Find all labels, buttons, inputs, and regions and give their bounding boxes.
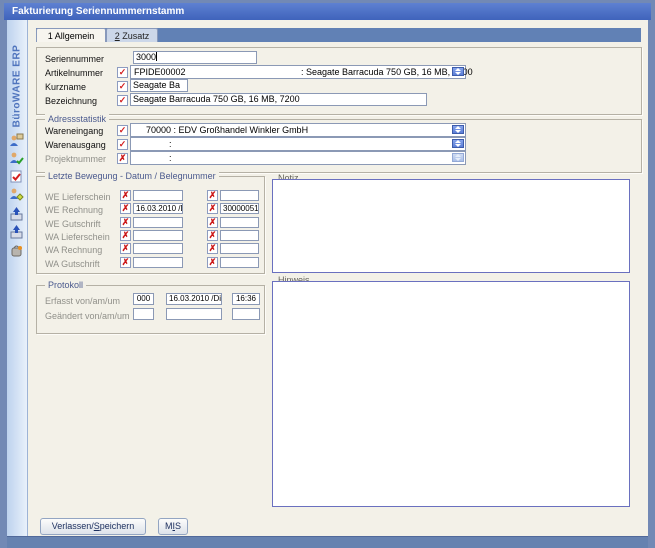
datum-input[interactable]: 16.03.2010 /Di <box>133 203 183 214</box>
mis-button[interactable]: MIS <box>158 518 188 535</box>
hinweis-textarea[interactable] <box>272 281 630 507</box>
erfasst-am-input[interactable]: 16.03.2010 /Di <box>166 293 222 305</box>
cross-icon[interactable]: ✗ <box>120 230 131 241</box>
geaendert-um-input[interactable] <box>232 308 260 320</box>
artikelnummer-combo[interactable]: FPIDE00002 : Seagate Barracuda 750 GB, 1… <box>130 65 473 79</box>
bag-icon[interactable] <box>9 243 24 258</box>
projektnummer-combo: : <box>130 151 466 165</box>
adressstatistik-title: Adressstatistik <box>45 114 110 125</box>
datum-input[interactable] <box>133 257 183 268</box>
datum-input[interactable] <box>133 217 183 228</box>
wareneingang-label: Wareneingang <box>45 126 104 136</box>
kurzname-label: Kurzname <box>45 82 87 92</box>
beleg-input[interactable] <box>220 190 259 201</box>
warenausgang-combo[interactable]: : <box>130 137 466 151</box>
cross-icon[interactable]: ✗ <box>120 203 131 214</box>
cross-icon[interactable]: ✗ <box>207 243 218 254</box>
row-label: WA Gutschrift <box>45 259 100 269</box>
cross-icon[interactable]: ✗ <box>207 217 218 228</box>
tab-zusatz[interactable]: 2 Zusatz <box>106 28 158 42</box>
window-title: Fakturierung Seriennummernstamm <box>12 6 185 17</box>
row-label: WE Lieferschein <box>45 192 111 202</box>
beleg-input[interactable] <box>220 257 259 268</box>
user-diamond-icon[interactable] <box>9 187 24 202</box>
geaendert-label: Geändert von/am/um <box>45 311 130 321</box>
mail-up-icon[interactable] <box>9 207 24 222</box>
erfasst-label: Erfasst von/am/um <box>45 296 121 306</box>
seriennummer-label: Seriennummer <box>45 54 105 64</box>
cross-icon[interactable]: ✗ <box>207 230 218 241</box>
status-bar <box>7 536 648 548</box>
cross-icon[interactable]: ✗ <box>120 257 131 268</box>
check-icon[interactable]: ✓ <box>117 67 128 78</box>
spinner-button[interactable] <box>452 125 464 134</box>
spinner-button[interactable] <box>452 67 464 76</box>
notiz-textarea[interactable] <box>272 179 630 273</box>
tab-strip: 1 Allgemein 2 Zusatz <box>36 28 641 42</box>
text-caret <box>156 52 158 61</box>
erfasst-von-input[interactable]: 000 <box>133 293 154 305</box>
datum-input[interactable] <box>133 243 183 254</box>
erfasst-um-input[interactable]: 16:36 <box>232 293 260 305</box>
beleg-input[interactable] <box>220 243 259 254</box>
cross-icon[interactable]: ✗ <box>207 257 218 268</box>
datum-input[interactable] <box>133 190 183 201</box>
protokoll-title: Protokoll <box>45 280 87 291</box>
spinner-button[interactable] <box>452 139 464 148</box>
spinner-button-disabled <box>452 153 464 162</box>
title-bar[interactable]: Fakturierung Seriennummernstamm <box>4 3 651 20</box>
cross-icon[interactable]: ✗ <box>207 203 218 214</box>
beleg-input[interactable]: 30000051 <box>220 203 259 214</box>
sidebar: BüroWARE ERP <box>7 20 28 536</box>
cross-icon[interactable]: ✗ <box>120 243 131 254</box>
projektnummer-label: Projektnummer <box>45 154 107 164</box>
kurzname-input[interactable]: Seagate Ba <box>130 79 188 92</box>
note-check-icon[interactable] <box>9 169 24 184</box>
wareneingang-combo[interactable]: 70000 : EDV Großhandel Winkler GmbH <box>130 123 466 137</box>
check-icon[interactable]: ✓ <box>117 139 128 150</box>
warenausgang-label: Warenausgang <box>45 140 106 150</box>
row-label: WA Lieferschein <box>45 232 110 242</box>
user-card-icon[interactable] <box>9 133 24 148</box>
brand-vertical-label: BüroWARE ERP <box>11 44 23 128</box>
bezeichnung-label: Bezeichnung <box>45 96 98 106</box>
row-label: WA Rechnung <box>45 245 103 255</box>
cross-icon[interactable]: ✗ <box>120 217 131 228</box>
mail-up-icon[interactable] <box>9 225 24 240</box>
beleg-input[interactable] <box>220 217 259 228</box>
cross-icon[interactable]: ✗ <box>120 190 131 201</box>
datum-input[interactable] <box>133 230 183 241</box>
cross-icon[interactable]: ✗ <box>207 190 218 201</box>
bezeichnung-input[interactable]: Seagate Barracuda 750 GB, 16 MB, 7200 <box>130 93 427 106</box>
geaendert-von-input[interactable] <box>133 308 154 320</box>
cross-icon[interactable]: ✗ <box>117 153 128 164</box>
app-window: Fakturierung Seriennummernstamm BüroWARE… <box>0 0 655 548</box>
tab-allgemein[interactable]: 1 Allgemein <box>36 28 106 42</box>
user-check-icon[interactable] <box>9 151 24 166</box>
seriennummer-input[interactable]: 3000 <box>133 51 257 64</box>
client-area: BüroWARE ERP 1 Allgemein 2 Zusatz Serien… <box>7 20 648 536</box>
row-label: WE Rechnung <box>45 205 104 215</box>
bewegung-title: Letzte Bewegung - Datum / Belegnummer <box>45 171 219 182</box>
artikelnummer-label: Artikelnummer <box>45 68 104 78</box>
row-label: WE Gutschrift <box>45 219 101 229</box>
beleg-input[interactable] <box>220 230 259 241</box>
check-icon[interactable]: ✓ <box>117 95 128 106</box>
check-icon[interactable]: ✓ <box>117 81 128 92</box>
check-icon[interactable]: ✓ <box>117 125 128 136</box>
verlassen-speichern-button[interactable]: Verlassen/Speichern <box>40 518 146 535</box>
geaendert-am-input[interactable] <box>166 308 222 320</box>
